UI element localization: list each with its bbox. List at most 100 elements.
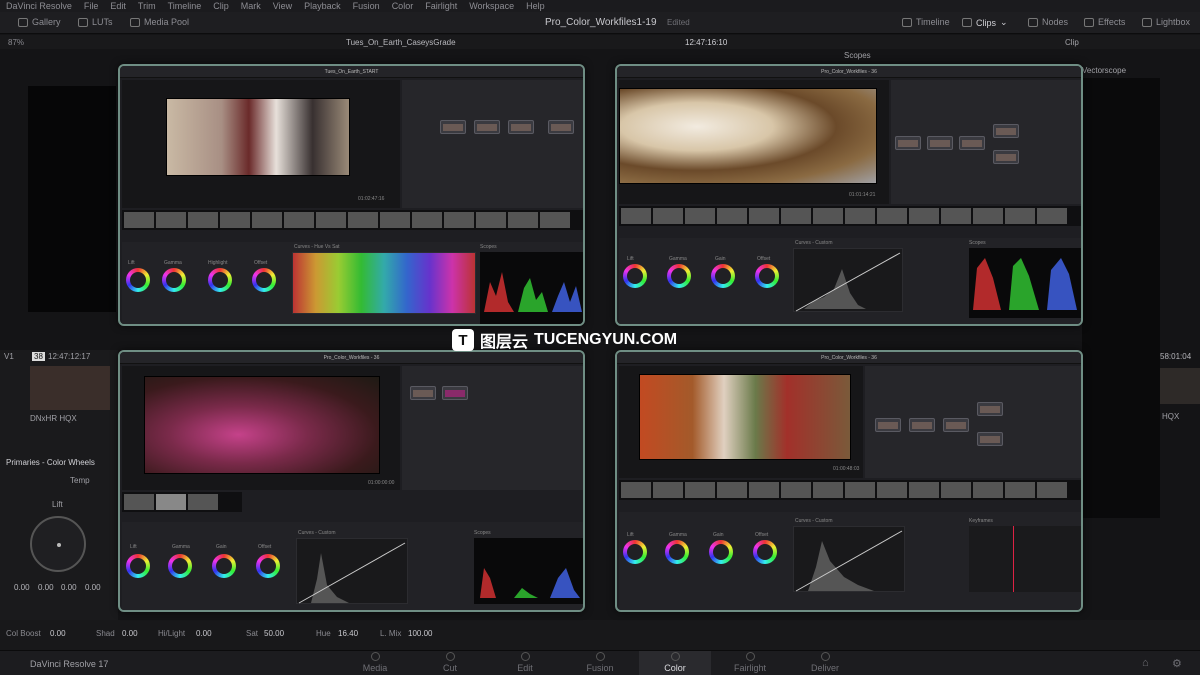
- clip-codec: DNxHR HQX: [30, 414, 77, 423]
- node[interactable]: [474, 120, 500, 134]
- shot4-wheel-gamma[interactable]: [665, 540, 689, 564]
- hilight-value[interactable]: 0.00: [196, 629, 212, 638]
- viewer-timecode: 12:47:16:10: [685, 38, 728, 47]
- page-tab-fairlight[interactable]: Fairlight: [714, 651, 786, 675]
- shot4-wheel-offset[interactable]: [753, 540, 777, 564]
- page-tab-fusion[interactable]: Fusion: [564, 651, 636, 675]
- node[interactable]: [508, 120, 534, 134]
- node[interactable]: [442, 386, 468, 400]
- lift-wheel[interactable]: [30, 516, 86, 572]
- shot3-wheel-offset[interactable]: [256, 554, 280, 578]
- timeline-name[interactable]: Tues_On_Earth_CaseysGrade: [346, 38, 456, 47]
- menu-trim[interactable]: Trim: [138, 1, 156, 11]
- sat-value[interactable]: 50.00: [264, 629, 284, 638]
- keyframe-playhead[interactable]: [1013, 526, 1014, 592]
- node[interactable]: [440, 120, 466, 134]
- menu-help[interactable]: Help: [526, 1, 545, 11]
- lift-value-g[interactable]: 0.00: [61, 583, 77, 592]
- right-clip-thumbnail[interactable]: [1160, 368, 1200, 404]
- settings-gear-icon[interactable]: ⚙: [1172, 657, 1182, 670]
- shot1-wheel-gamma[interactable]: [162, 268, 186, 292]
- menu-clip[interactable]: Clip: [213, 1, 229, 11]
- lift-value-b[interactable]: 0.00: [85, 583, 101, 592]
- shot2-custom-curve[interactable]: [793, 248, 903, 312]
- menu-file[interactable]: File: [84, 1, 99, 11]
- shot3-wheel-lift[interactable]: [126, 554, 150, 578]
- shot1-hue-sat-curve[interactable]: [292, 252, 476, 314]
- menu-color[interactable]: Color: [392, 1, 414, 11]
- shot4-viewer: 01:00:48:03: [619, 366, 863, 478]
- node[interactable]: [993, 150, 1019, 164]
- media-pool-button[interactable]: Media Pool: [130, 17, 189, 27]
- clip-number: 38: [32, 352, 45, 361]
- col-boost-value[interactable]: 0.00: [50, 629, 66, 638]
- shot2-wheel-lift[interactable]: [623, 264, 647, 288]
- shot4-curve-title: Curves - Custom: [795, 518, 833, 524]
- timeline-button[interactable]: Timeline: [902, 17, 950, 27]
- shot1-wheel-lift[interactable]: [126, 268, 150, 292]
- clip-thumbnail[interactable]: [30, 366, 110, 410]
- menu-timeline[interactable]: Timeline: [168, 1, 202, 11]
- page-tab-cut[interactable]: Cut: [414, 651, 486, 675]
- menu-workspace[interactable]: Workspace: [469, 1, 514, 11]
- shot4-wheel-offset-label: Offset: [755, 532, 769, 538]
- node[interactable]: [943, 418, 969, 432]
- node[interactable]: [993, 124, 1019, 138]
- shot3-custom-curve[interactable]: [296, 538, 408, 604]
- menu-app[interactable]: DaVinci Resolve: [6, 1, 72, 11]
- node[interactable]: [909, 418, 935, 432]
- zoom-level[interactable]: 87%: [8, 38, 24, 47]
- hilight-label: Hi/Light: [158, 629, 186, 638]
- shot1-wheel-offset[interactable]: [252, 268, 276, 292]
- shot4-custom-curve[interactable]: [793, 526, 905, 592]
- nodes-button[interactable]: Nodes: [1028, 17, 1068, 27]
- node[interactable]: [927, 136, 953, 150]
- shot2-wheel-gain[interactable]: [711, 264, 735, 288]
- node[interactable]: [895, 136, 921, 150]
- page-tab-media[interactable]: Media: [339, 651, 411, 675]
- lift-value-r[interactable]: 0.00: [38, 583, 54, 592]
- lift-value-y[interactable]: 0.00: [14, 583, 30, 592]
- node[interactable]: [977, 402, 1003, 416]
- lmix-value[interactable]: 100.00: [408, 629, 432, 638]
- shot1-parade-waveform: [484, 272, 582, 312]
- node[interactable]: [410, 386, 436, 400]
- watermark-cn: 图层云: [480, 334, 529, 351]
- luts-button[interactable]: LUTs: [78, 17, 113, 27]
- page-tab-color[interactable]: Color: [639, 651, 711, 675]
- menu-fusion[interactable]: Fusion: [353, 1, 380, 11]
- node[interactable]: [548, 120, 574, 134]
- edit-page-icon: [520, 652, 530, 661]
- lightbox-button[interactable]: Lightbox: [1142, 17, 1190, 27]
- menu-playback[interactable]: Playback: [304, 1, 341, 11]
- page-tab-edit[interactable]: Edit: [489, 651, 561, 675]
- effects-button[interactable]: Effects: [1084, 17, 1125, 27]
- shot3-frame-image: [144, 376, 380, 474]
- home-icon[interactable]: ⌂: [1142, 657, 1149, 669]
- clips-button[interactable]: Clips ⌄: [962, 17, 1008, 28]
- gallery-button[interactable]: Gallery: [18, 17, 61, 27]
- shot4-frame-image: [639, 374, 851, 460]
- menu-edit[interactable]: Edit: [110, 1, 126, 11]
- menu-fairlight[interactable]: Fairlight: [425, 1, 457, 11]
- shot3-wheel-gain[interactable]: [212, 554, 236, 578]
- node[interactable]: [977, 432, 1003, 446]
- shot2-wheel-gamma[interactable]: [667, 264, 691, 288]
- shot1-wheel-highlight[interactable]: [208, 268, 232, 292]
- node[interactable]: [959, 136, 985, 150]
- shot3-wheel-gamma[interactable]: [168, 554, 192, 578]
- project-edited-status: Edited: [667, 18, 690, 27]
- hue-value[interactable]: 16.40: [338, 629, 358, 638]
- clip-mode-label[interactable]: Clip: [1065, 38, 1079, 47]
- menu-mark[interactable]: Mark: [241, 1, 261, 11]
- menu-view[interactable]: View: [273, 1, 292, 11]
- lift-wheel-handle[interactable]: [57, 543, 61, 547]
- node[interactable]: [875, 418, 901, 432]
- shot4-wheel-gain[interactable]: [709, 540, 733, 564]
- shad-value[interactable]: 0.00: [122, 629, 138, 638]
- page-tab-deliver[interactable]: Deliver: [789, 651, 861, 675]
- shot2-wheel-offset[interactable]: [755, 264, 779, 288]
- shot4-wheel-lift[interactable]: [623, 540, 647, 564]
- shot3-viewer: 01:00:00:00: [122, 366, 400, 490]
- scope-type-select[interactable]: Vectorscope: [1082, 66, 1126, 75]
